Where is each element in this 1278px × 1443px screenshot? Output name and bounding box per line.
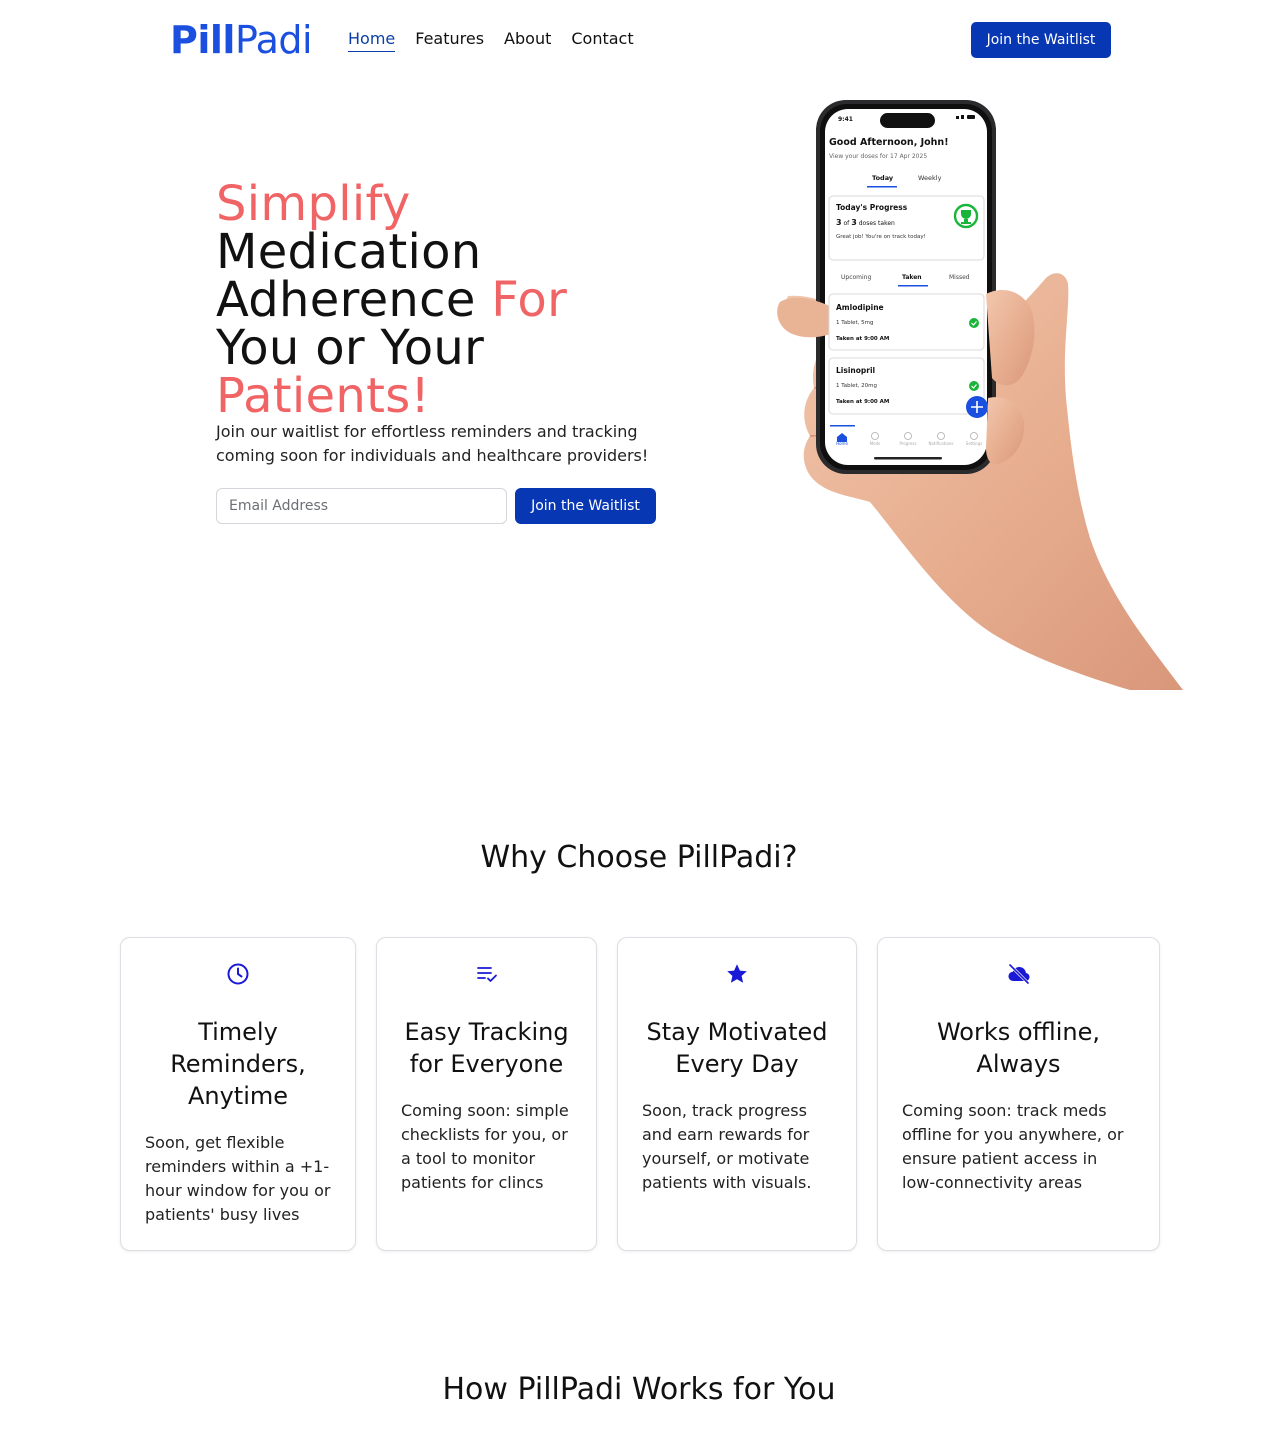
- nav-about[interactable]: About: [504, 28, 551, 52]
- phone-progress-total: 3: [851, 218, 857, 227]
- phone-progress-title: Today's Progress: [836, 203, 908, 212]
- phone-greeting: Good Afternoon, John!: [829, 137, 949, 148]
- svg-text:3 of 3 doses taken: 3 of 3 doses taken: [836, 218, 895, 227]
- phone-progress-of: of: [844, 220, 851, 227]
- phone-nav-settings: Settings: [966, 441, 982, 446]
- phone-dose-tab-taken: Taken: [902, 274, 922, 281]
- hero-waitlist-button[interactable]: Join the Waitlist: [515, 488, 656, 524]
- phone-dose-tab-missed: Missed: [949, 274, 970, 281]
- phone-dose-name: Lisinopril: [836, 366, 875, 375]
- nav-contact[interactable]: Contact: [571, 28, 633, 52]
- hero-title-part: Patients!: [216, 368, 431, 424]
- feature-text: Soon, get flexible reminders within a +1…: [145, 1133, 331, 1224]
- cloud-off-icon: [1008, 963, 1029, 985]
- clock-icon: [227, 963, 249, 985]
- phone-progress-suffix: doses taken: [859, 220, 895, 227]
- phone-dose-tab-upcoming: Upcoming: [841, 274, 871, 281]
- feature-card: Works offline, Always Coming soon: track…: [877, 937, 1160, 1251]
- feature-title: Stay Motivated Every Day: [646, 1018, 828, 1078]
- nav-features[interactable]: Features: [415, 28, 484, 52]
- phone-nav-progress: Progress: [899, 441, 916, 446]
- feature-title: Easy Tracking for Everyone: [404, 1018, 569, 1078]
- feature-text: Coming soon: track meds offline for you …: [902, 1101, 1124, 1192]
- main-nav: Home Features About Contact: [348, 28, 634, 52]
- phone-tab-weekly: Weekly: [918, 174, 942, 182]
- check-icon: [969, 318, 979, 328]
- email-input[interactable]: [216, 488, 507, 524]
- feature-text: Coming soon: simple checklists for you, …: [401, 1101, 569, 1192]
- feature-card: Easy Tracking for Everyone Coming soon: …: [376, 937, 597, 1251]
- header-waitlist-button[interactable]: Join the Waitlist: [971, 22, 1111, 58]
- phone-dose-detail: 1 Tablet, 20mg: [836, 383, 877, 389]
- hand-phone-image: 9:41 Good Afternoon, John! View your dos…: [777, 100, 1183, 690]
- logo-light: Padi: [234, 18, 313, 62]
- feature-title: Works offline, Always: [936, 1018, 1101, 1078]
- nav-home[interactable]: Home: [348, 28, 396, 52]
- phone-date-line: View your doses for 17 Apr 2025: [829, 153, 927, 160]
- feature-card: Stay Motivated Every Day Soon, track pro…: [617, 937, 857, 1251]
- star-icon: [727, 964, 747, 983]
- feature-text: Soon, track progress and earn rewards fo…: [642, 1101, 812, 1192]
- logo[interactable]: Pill Padi: [170, 18, 313, 62]
- phone-progress-note: Great job! You're on track today!: [836, 234, 926, 240]
- phone-progress-taken: 3: [836, 218, 842, 227]
- features-title: Why Choose PillPadi?: [480, 840, 798, 875]
- hero-subtitle: Join our waitlist for effortless reminde…: [216, 422, 649, 465]
- how-title: How PillPadi Works for You: [442, 1372, 836, 1407]
- phone-dose-name: Amlodipine: [836, 303, 884, 312]
- phone-tab-today: Today: [872, 174, 894, 182]
- hero-title-part: For: [491, 272, 568, 328]
- phone-nav-home: Home: [836, 441, 848, 446]
- phone-dose-status: Taken at 9:00 AM: [836, 399, 889, 405]
- phone-time: 9:41: [838, 116, 853, 123]
- phone-dose-status: Taken at 9:00 AM: [836, 336, 889, 342]
- phone-dose-detail: 1 Tablet, 5mg: [836, 320, 873, 326]
- logo-bold: Pill: [170, 18, 235, 62]
- feature-title: Timely Reminders, Anytime: [170, 1018, 306, 1110]
- hero-title: Simplify Medication Adherence For You or…: [216, 180, 676, 420]
- check-icon: [969, 381, 979, 391]
- checklist-icon: [476, 967, 497, 982]
- phone-nav-notifications: Notifications: [928, 441, 953, 446]
- phone-nav-meds: Meds: [870, 441, 881, 446]
- feature-card: Timely Reminders, Anytime Soon, get flex…: [120, 937, 356, 1251]
